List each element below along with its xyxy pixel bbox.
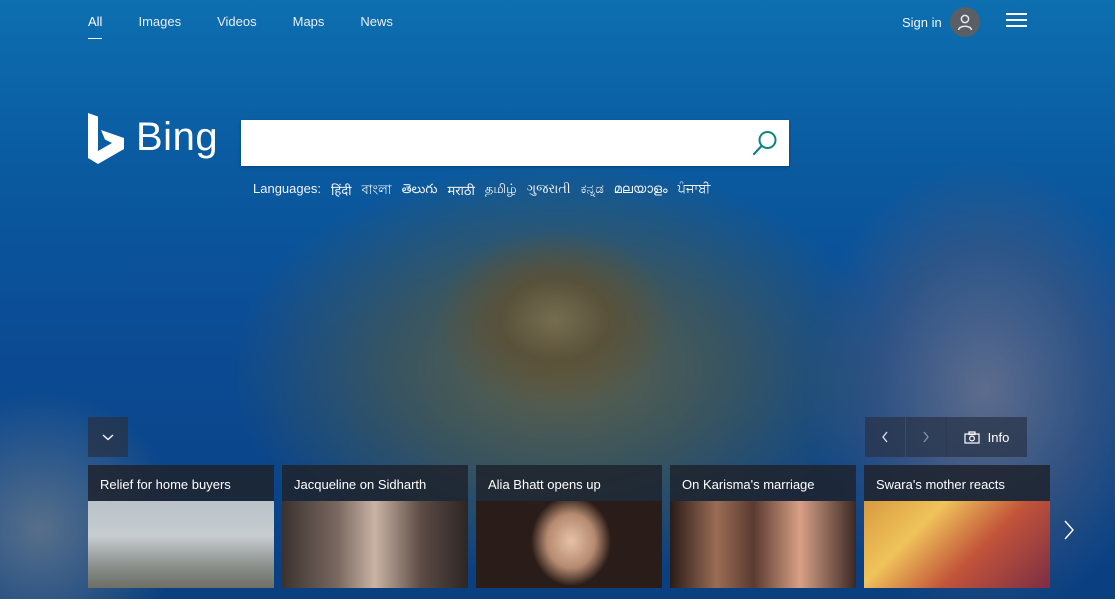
chevron-right-icon bbox=[1064, 520, 1074, 540]
tab-news[interactable]: News bbox=[360, 0, 393, 40]
news-card[interactable]: Relief for home buyers bbox=[88, 465, 274, 588]
news-card[interactable]: Jacqueline on Sidharth bbox=[282, 465, 468, 588]
language-marathi[interactable]: मराठी bbox=[447, 181, 474, 202]
tab-maps[interactable]: Maps bbox=[293, 0, 325, 40]
news-cards: Relief for home buyers Jacqueline on Sid… bbox=[88, 465, 1050, 588]
language-telugu[interactable]: తెలుగు bbox=[402, 181, 438, 202]
news-card-title: Alia Bhatt opens up bbox=[488, 477, 601, 492]
language-punjabi[interactable]: ਪੰਜਾਬੀ bbox=[678, 181, 711, 202]
chevron-right-icon bbox=[923, 431, 929, 443]
search-box bbox=[241, 120, 789, 168]
language-kannada[interactable]: ಕನ್ನಡ bbox=[581, 181, 604, 202]
chevron-down-icon bbox=[102, 434, 114, 441]
bing-logo-mark bbox=[88, 113, 124, 164]
info-label: Info bbox=[987, 429, 1010, 445]
bing-logo-text: Bing bbox=[136, 115, 219, 159]
collapse-button[interactable] bbox=[88, 417, 128, 457]
news-card-image bbox=[670, 501, 856, 588]
user-icon[interactable] bbox=[950, 7, 980, 37]
news-card-title: Relief for home buyers bbox=[100, 477, 231, 492]
chevron-left-icon bbox=[882, 431, 888, 443]
search-input[interactable] bbox=[251, 120, 745, 168]
language-hindi[interactable]: हिंदी bbox=[331, 181, 352, 202]
language-gujarati[interactable]: ગુજરાતી bbox=[527, 181, 571, 202]
previous-image-button[interactable] bbox=[865, 417, 906, 457]
news-card[interactable]: Alia Bhatt opens up bbox=[476, 465, 662, 588]
language-tamil[interactable]: தமிழ் bbox=[485, 181, 517, 202]
news-card-image bbox=[864, 501, 1050, 588]
next-cards-button[interactable] bbox=[1055, 510, 1083, 550]
language-bengali[interactable]: বাংলা bbox=[362, 181, 392, 202]
news-card-title: Swara's mother reacts bbox=[876, 477, 1005, 492]
news-card[interactable]: On Karisma's marriage bbox=[670, 465, 856, 588]
camera-icon bbox=[964, 430, 980, 444]
search-icon[interactable] bbox=[751, 129, 779, 157]
tab-all[interactable]: All bbox=[88, 0, 103, 40]
news-card-title: On Karisma's marriage bbox=[682, 477, 815, 492]
hamburger-icon[interactable] bbox=[1006, 13, 1027, 29]
news-card-image bbox=[88, 501, 274, 588]
news-card-image bbox=[282, 501, 468, 588]
tab-videos[interactable]: Videos bbox=[217, 0, 257, 40]
languages-label: Languages: bbox=[253, 181, 321, 196]
languages-bar: Languages: हिंदी বাংলা తెలుగు मराठी தமிழ… bbox=[253, 181, 720, 202]
news-card[interactable]: Swara's mother reacts bbox=[864, 465, 1050, 588]
top-nav: All Images Videos Maps News bbox=[88, 0, 429, 44]
next-image-button[interactable] bbox=[906, 417, 947, 457]
bing-logo[interactable]: Bing bbox=[88, 113, 218, 165]
language-malayalam[interactable]: മലയാളം bbox=[614, 181, 668, 202]
image-carousel-nav bbox=[865, 417, 947, 457]
news-card-image bbox=[476, 501, 662, 588]
news-card-title: Jacqueline on Sidharth bbox=[294, 477, 427, 492]
tab-images[interactable]: Images bbox=[138, 0, 181, 40]
sign-in-link[interactable]: Sign in bbox=[902, 15, 942, 30]
image-info-button[interactable]: Info bbox=[946, 417, 1027, 457]
